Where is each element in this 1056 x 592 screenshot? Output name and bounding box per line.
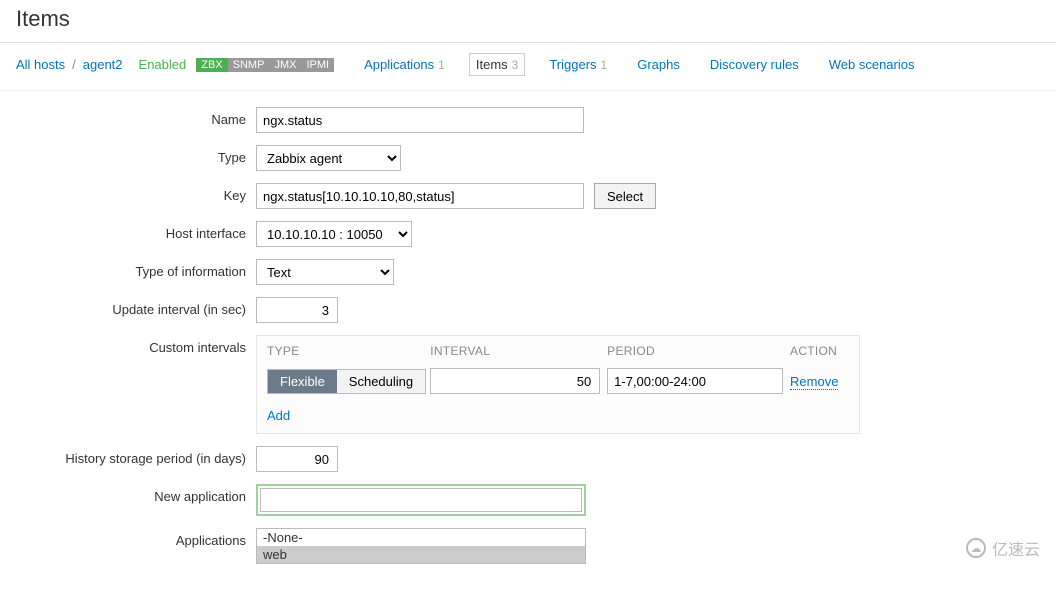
breadcrumb-all-hosts[interactable]: All hosts [16, 57, 65, 72]
badge-ipmi: IPMI [301, 58, 334, 72]
breadcrumb-sep: / [72, 57, 76, 72]
history-storage-label: History storage period (in days) [16, 446, 256, 466]
badge-jmx: JMX [269, 58, 301, 72]
ci-col-action: ACTION [790, 344, 849, 358]
ci-remove-link[interactable]: Remove [790, 374, 838, 390]
tab-items[interactable]: Items3 [469, 53, 525, 76]
applications-option-none[interactable]: -None- [257, 529, 585, 546]
ci-flexible-button[interactable]: Flexible [268, 370, 337, 393]
tab-applications[interactable]: Applications1 [358, 54, 451, 75]
custom-intervals-table: TYPE INTERVAL PERIOD ACTION Flexible Sch… [256, 335, 860, 434]
key-input[interactable] [256, 183, 584, 209]
type-label: Type [16, 145, 256, 165]
update-interval-input[interactable] [256, 297, 338, 323]
tabs: Applications1 Items3 Triggers1 Graphs Di… [358, 53, 920, 76]
breadcrumb: All hosts / agent2 [16, 57, 123, 72]
ci-type-toggle: Flexible Scheduling [267, 369, 426, 394]
page-title: Items [0, 0, 1056, 43]
key-label: Key [16, 183, 256, 203]
host-interface-label: Host interface [16, 221, 256, 241]
cloud-icon: ☁ [966, 538, 986, 558]
update-interval-label: Update interval (in sec) [16, 297, 256, 317]
new-application-input[interactable] [260, 488, 582, 512]
key-select-button[interactable]: Select [594, 183, 656, 209]
host-interface-select[interactable]: 10.10.10.10 : 10050 [256, 221, 412, 247]
ci-col-interval: INTERVAL [430, 344, 607, 358]
interface-badges: ZBX SNMP JMX IPMI [196, 58, 334, 72]
ci-col-period: PERIOD [607, 344, 790, 358]
badge-zbx: ZBX [196, 58, 227, 72]
ci-interval-input[interactable] [430, 368, 600, 394]
breadcrumb-host[interactable]: agent2 [83, 57, 123, 72]
watermark: ☁ 亿速云 [966, 536, 1040, 560]
topbar: All hosts / agent2 Enabled ZBX SNMP JMX … [0, 43, 1056, 91]
name-label: Name [16, 107, 256, 127]
new-application-label: New application [16, 484, 256, 504]
name-input[interactable] [256, 107, 584, 133]
badge-snmp: SNMP [228, 58, 270, 72]
applications-label: Applications [16, 528, 256, 548]
applications-listbox[interactable]: -None- web [256, 528, 586, 564]
type-of-info-label: Type of information [16, 259, 256, 279]
ci-col-type: TYPE [267, 344, 430, 358]
applications-option-web[interactable]: web [257, 546, 585, 563]
type-of-info-select[interactable]: Text [256, 259, 394, 285]
history-storage-input[interactable] [256, 446, 338, 472]
tab-web-scenarios[interactable]: Web scenarios [823, 54, 921, 75]
new-application-highlight [256, 484, 586, 516]
custom-interval-row: Flexible Scheduling Remove [257, 368, 859, 404]
tab-discovery-rules[interactable]: Discovery rules [704, 54, 805, 75]
ci-period-input[interactable] [607, 368, 783, 394]
status-enabled: Enabled [139, 57, 187, 72]
type-select[interactable]: Zabbix agent [256, 145, 401, 171]
ci-scheduling-button[interactable]: Scheduling [337, 370, 425, 393]
custom-intervals-label: Custom intervals [16, 335, 256, 355]
ci-add-link[interactable]: Add [267, 408, 290, 423]
item-form: Name Type Zabbix agent Key Select Host i… [0, 91, 1056, 592]
tab-graphs[interactable]: Graphs [631, 54, 686, 75]
tab-triggers[interactable]: Triggers1 [543, 54, 613, 75]
